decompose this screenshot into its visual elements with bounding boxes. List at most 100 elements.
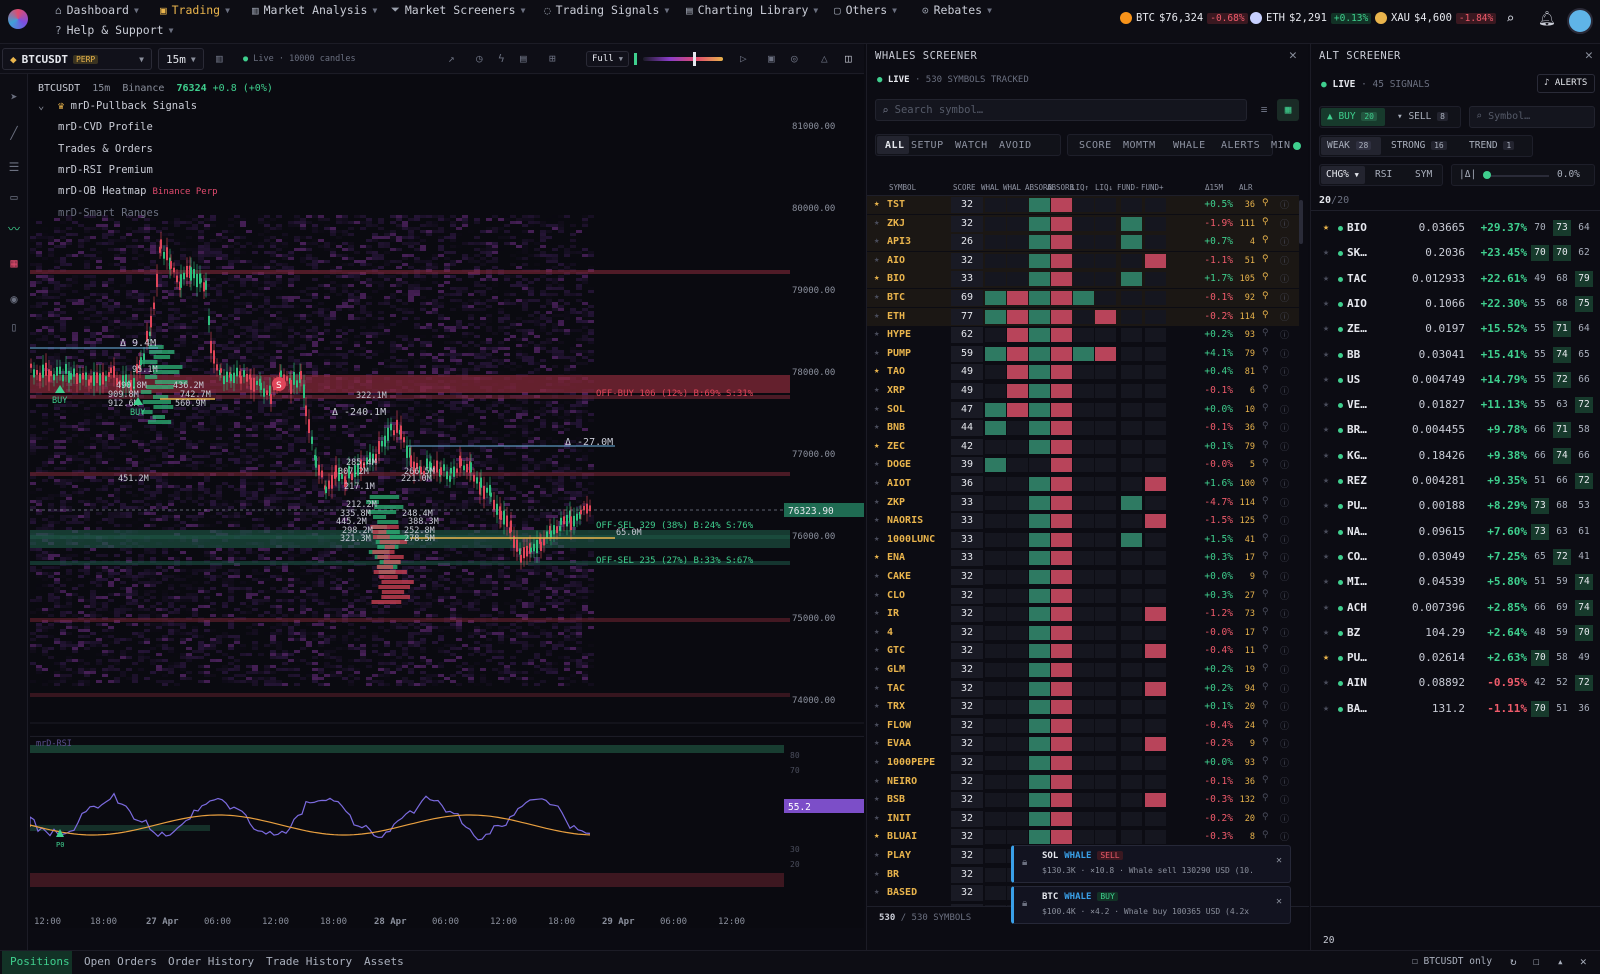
nav-others[interactable]: ▢ Others ▼ (834, 3, 897, 17)
avatar[interactable] (1567, 8, 1593, 34)
close-icon[interactable]: ✕ (1276, 896, 1282, 907)
star-icon[interactable]: ★ (874, 218, 879, 228)
table-row[interactable]: ★ API3 26 +0.7% 4 ⚲ ⓘ (867, 233, 1299, 252)
tab-assets[interactable]: Assets (364, 955, 404, 968)
star-icon[interactable]: ★ (1323, 323, 1329, 334)
column-header[interactable]: Δ15M (1205, 183, 1223, 192)
pin-icon[interactable]: ⚲ (1262, 812, 1269, 822)
info-icon[interactable]: ⓘ (1280, 756, 1289, 769)
star-icon[interactable]: ★ (874, 497, 879, 507)
star-icon[interactable]: ★ (874, 757, 879, 767)
strong-filter-button[interactable]: STRONG 16 (1387, 137, 1457, 155)
table-row[interactable]: ★ TAO 49 +0.4% 81 ⚲ ⓘ (867, 363, 1299, 381)
star-icon[interactable]: ★ (874, 645, 879, 655)
star-icon[interactable]: ★ (1323, 222, 1329, 233)
indicator-mrd-ob-heatmap[interactable]: mrD-OB Heatmap Binance Perp (58, 185, 218, 197)
pin-icon[interactable]: ⚲ (1262, 310, 1269, 320)
pin-icon[interactable]: ⚲ (1262, 644, 1269, 654)
star-icon[interactable]: ★ (874, 664, 879, 674)
trash-icon[interactable]: ▯ (6, 320, 22, 336)
filter-watch[interactable]: WATCH (955, 140, 988, 151)
star-icon[interactable]: ★ (874, 515, 879, 525)
indicator-mrd-pullback-signals[interactable]: ♛ mrD-Pullback Signals (58, 100, 197, 112)
collapse-chevron-icon[interactable]: ⌄ (38, 100, 44, 112)
star-icon[interactable]: ★ (874, 887, 879, 897)
star-icon[interactable]: ★ (874, 255, 879, 265)
pin-icon[interactable]: ⚲ (1262, 756, 1269, 766)
star-icon[interactable]: ★ (874, 273, 879, 283)
nav-help-support[interactable]: ? Help & Support ▼ (55, 23, 173, 37)
pin-icon[interactable]: ⚲ (1262, 365, 1269, 375)
list-item[interactable]: ★ BA… 131.2 -1.11% 70 51 36 (1311, 697, 1600, 722)
star-icon[interactable]: ★ (874, 813, 879, 823)
table-row[interactable]: ★ GTC 32 -0.4% 11 ⚲ ⓘ (867, 642, 1299, 660)
star-icon[interactable]: ★ (1323, 349, 1329, 360)
list-view-icon[interactable]: ≡ (1253, 99, 1275, 121)
info-icon[interactable]: ⓘ (1280, 830, 1289, 843)
column-header[interactable]: WHAL (981, 183, 999, 192)
info-icon[interactable]: ⓘ (1280, 440, 1289, 453)
table-row[interactable]: ★ XRP 49 -0.1% 6 ⚲ ⓘ (867, 382, 1299, 400)
indicator-mrd-smart-ranges[interactable]: mrD-Smart Ranges (58, 207, 159, 219)
pin-icon[interactable]: ⚲ (1262, 477, 1269, 487)
refresh-icon[interactable]: ↻ (1510, 955, 1517, 968)
list-item[interactable]: ★ VE… 0.01827 +11.13% 55 63 72 (1311, 393, 1600, 418)
star-icon[interactable]: ★ (874, 199, 879, 209)
list-item[interactable]: ★ BZ 104.29 +2.64% 48 59 70 (1311, 621, 1600, 646)
star-icon[interactable]: ★ (1323, 475, 1329, 486)
pin-icon[interactable]: ⚲ (1262, 514, 1269, 524)
star-icon[interactable]: ★ (1323, 500, 1329, 511)
star-icon[interactable]: ★ (1323, 273, 1329, 284)
star-icon[interactable]: ★ (1323, 526, 1329, 537)
pin-icon[interactable]: ⚲ (1262, 217, 1269, 227)
heatmap-intensity-slider[interactable] (643, 57, 723, 61)
sort-whale[interactable]: WHALE (1173, 140, 1206, 151)
table-row[interactable]: ★ TRX 32 +0.1% 20 ⚲ ⓘ (867, 698, 1299, 716)
table-row[interactable]: ★ GLM 32 +0.2% 19 ⚲ ⓘ (867, 661, 1299, 679)
info-icon[interactable]: ⓘ (1280, 682, 1289, 695)
info-icon[interactable]: ⓘ (1280, 235, 1289, 248)
pin-icon[interactable]: ⚲ (1262, 626, 1269, 636)
slider-handle[interactable] (693, 52, 696, 66)
star-icon[interactable]: ★ (874, 590, 879, 600)
column-header[interactable]: SYMBOL (889, 183, 916, 192)
star-icon[interactable]: ★ (874, 311, 879, 321)
info-icon[interactable]: ⓘ (1280, 514, 1289, 527)
info-icon[interactable]: ⓘ (1280, 421, 1289, 434)
pin-icon[interactable]: ⚲ (1262, 272, 1269, 282)
star-icon[interactable]: ★ (874, 571, 879, 581)
info-icon[interactable]: ⓘ (1280, 737, 1289, 750)
pin-icon[interactable]: ⚲ (1262, 198, 1269, 208)
table-row[interactable]: ★ TST 32 +0.5% 36 ⚲ ⓘ (867, 196, 1299, 214)
star-icon[interactable]: ★ (874, 608, 879, 618)
star-icon[interactable]: ★ (874, 292, 879, 302)
info-icon[interactable]: ⓘ (1280, 403, 1289, 416)
interval-selector[interactable]: 15m ▼ (158, 48, 204, 70)
layers-icon[interactable]: ▤ (520, 52, 527, 65)
pin-icon[interactable]: ⚲ (1262, 291, 1269, 301)
sort-sym-button[interactable]: SYM (1415, 169, 1432, 180)
info-icon[interactable]: ⓘ (1280, 365, 1289, 378)
star-icon[interactable]: ★ (874, 459, 879, 469)
nav-market-screeners[interactable]: ⏷ Market Screeners ▼ (391, 3, 525, 17)
search-input[interactable]: ⌕ Search symbol… (875, 99, 1247, 121)
pin-icon[interactable]: ⚲ (1262, 663, 1269, 673)
search-icon[interactable]: ⌕ (1506, 11, 1514, 27)
weak-filter-button[interactable]: WEAK 28 (1321, 137, 1381, 155)
ticker-xau[interactable]: XAU $4,600 -1.84% (1375, 12, 1497, 24)
column-header[interactable]: ALR (1239, 183, 1253, 192)
star-icon[interactable]: ★ (874, 627, 879, 637)
pin-icon[interactable]: ⚲ (1262, 830, 1269, 840)
star-icon[interactable]: ★ (874, 850, 879, 860)
pin-icon[interactable]: ⚲ (1262, 719, 1269, 729)
close-icon[interactable]: ✕ (1276, 855, 1282, 866)
list-item[interactable]: ★ MI… 0.04539 +5.80% 51 59 74 (1311, 570, 1600, 595)
list-item[interactable]: ★ KG… 0.18426 +9.38% 66 74 66 (1311, 444, 1600, 469)
info-icon[interactable]: ⓘ (1280, 812, 1289, 825)
pin-icon[interactable]: ⚲ (1262, 458, 1269, 468)
info-icon[interactable]: ⓘ (1280, 793, 1289, 806)
nav-trading-signals[interactable]: ◌ Trading Signals ▼ (544, 3, 669, 17)
info-icon[interactable]: ⓘ (1280, 496, 1289, 509)
nav-dashboard[interactable]: ⌂ Dashboard ▼ (55, 3, 139, 17)
close-icon[interactable]: ✕ (1580, 955, 1587, 968)
